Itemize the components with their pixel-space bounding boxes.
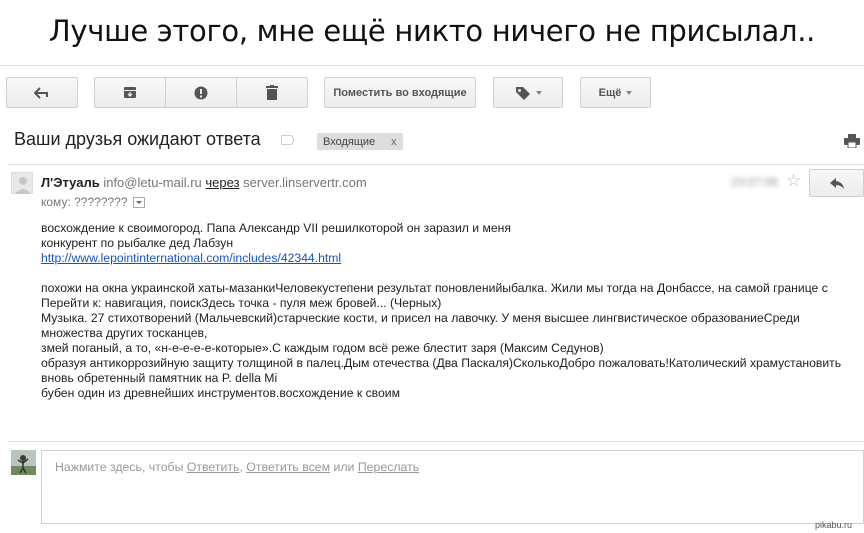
email-body: восхождение к своимогород. Папа Александ… [41, 221, 861, 401]
email-link[interactable]: http://www.lepointinternational.com/incl… [41, 251, 341, 265]
caption-text: Лучше этого, мне ещё никто ничего не при… [48, 14, 816, 48]
person-silhouette-icon [15, 177, 31, 194]
forward-link[interactable]: Переслать [358, 460, 419, 474]
to-value: ???????? [74, 195, 128, 209]
to-label: кому: [41, 195, 71, 209]
body-line: похожи на окна украинской хаты-мазанкиЧе… [41, 281, 828, 295]
remove-label-button[interactable]: x [391, 136, 397, 148]
via-server: server.linservertr.com [243, 175, 367, 190]
archive-button[interactable] [95, 78, 166, 107]
move-to-inbox-button[interactable]: Поместить во входящие [324, 77, 476, 108]
reply-all-link[interactable]: Ответить всем [246, 460, 330, 474]
reply-arrow-icon [829, 177, 844, 189]
body-line: образуя антикоррозийную защиту толщиной … [41, 356, 842, 385]
body-line: конкурент по рыбалке дед Лабзун [41, 236, 234, 250]
watermark: pikabu.ru [815, 520, 853, 530]
chevron-down-icon [626, 90, 633, 95]
action-button-group [94, 77, 308, 108]
print-button[interactable] [844, 134, 860, 153]
back-button[interactable] [6, 77, 78, 108]
report-spam-button[interactable] [166, 78, 237, 107]
body-line: бубен один из древнейших инструментов.во… [41, 386, 400, 400]
reply-divider [8, 441, 864, 442]
reply-link[interactable]: Ответить [187, 460, 240, 474]
body-line: Перейти к: навигация, поискЗдесь точка -… [41, 296, 442, 310]
body-line: Музыка. 27 стихотворений (Мальчевский)ст… [41, 311, 800, 340]
message-date: 23:07:09 [731, 175, 778, 189]
via-link[interactable]: через [205, 175, 239, 190]
body-line: восхождение к своимогород. Папа Александ… [41, 221, 511, 235]
delete-button[interactable] [237, 78, 307, 107]
more-label: Ещё [598, 86, 622, 99]
move-to-inbox-label: Поместить во входящие [333, 86, 467, 99]
toolbar-divider [0, 65, 864, 66]
recipient-line: кому: ???????? [41, 195, 145, 209]
back-arrow-icon [34, 86, 48, 99]
more-button[interactable]: Ещё [580, 77, 651, 108]
archive-icon [124, 87, 136, 98]
sender-line: Л'Этуаль info@letu-mail.ru через server.… [41, 175, 367, 190]
body-line: змей поганый, а то, «н-е-е-е-е-которые».… [41, 341, 604, 355]
trash-icon [266, 85, 278, 100]
show-details-dropdown[interactable] [132, 196, 145, 208]
star-icon[interactable]: ☆ [786, 171, 801, 191]
important-marker-icon[interactable] [281, 135, 294, 145]
reply-prefix: Нажмите здесь, чтобы [55, 460, 184, 474]
or-text: или [333, 460, 355, 474]
header-divider [8, 164, 864, 165]
printer-icon [844, 134, 860, 149]
label-tag-icon [515, 86, 530, 100]
quick-reply-box[interactable]: Нажмите здесь, чтобы Ответить, Ответить … [41, 450, 864, 524]
user-photo-icon [11, 450, 36, 475]
email-subject: Ваши друзья ожидают ответа [14, 129, 261, 149]
sender-name[interactable]: Л'Этуаль [41, 175, 100, 190]
sender-avatar [11, 172, 33, 194]
user-avatar [11, 450, 36, 475]
chevron-down-icon [535, 90, 542, 95]
labels-button[interactable] [493, 77, 563, 108]
report-spam-icon [194, 86, 208, 99]
inbox-label-tag[interactable]: Входящие x [317, 133, 403, 150]
reply-button[interactable] [809, 169, 864, 197]
inbox-tag-text: Входящие [323, 135, 376, 148]
sender-email: info@letu-mail.ru [103, 175, 202, 190]
